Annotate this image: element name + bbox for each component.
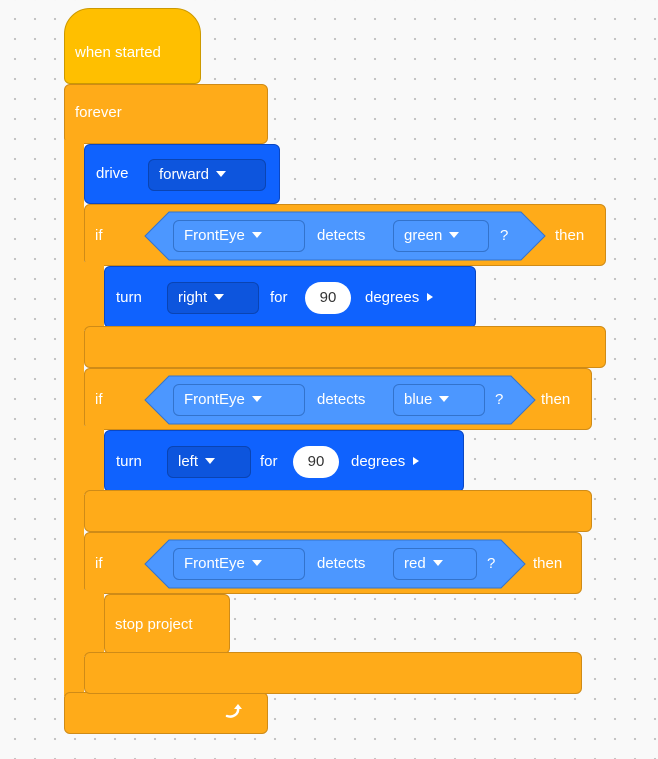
forever-arm [64,140,84,696]
if-red-color-dropdown[interactable]: red [393,548,477,580]
if-red-footer [84,652,582,694]
if-green-sensor-value: FrontEye [184,227,245,244]
turn-left-degrees-input[interactable]: 90 [293,446,339,478]
if-red-then-label: then [533,555,563,572]
if-red-sensor-dropdown[interactable]: FrontEye [173,548,305,580]
turn-right-degrees-input[interactable]: 90 [305,282,351,314]
stop-project-block[interactable]: stop project [104,594,230,654]
if-red-detects-label: detects [317,555,366,572]
chevron-down-icon [251,560,262,567]
if-green-then-label: then [555,227,585,244]
loop-arrow-icon [223,702,245,727]
turn-left-direction-value: left [178,453,199,470]
play-icon [427,293,434,302]
drive-label: drive [96,165,129,182]
drive-direction-dropdown[interactable]: forward [148,159,266,191]
forever-footer[interactable] [64,692,268,734]
if-blue-color-dropdown[interactable]: blue [393,384,485,416]
chevron-down-icon [216,171,227,178]
chevron-down-icon [205,458,216,465]
if-green-color-dropdown[interactable]: green [393,220,489,252]
if-blue-qmark: ? [495,391,504,408]
turn-left-degrees-text: degrees [351,453,406,470]
turn-right-degrees-label: degrees [365,289,434,307]
turn-left-label: turn [116,453,142,470]
turn-right-block[interactable]: turn right for 90 degrees [104,266,476,328]
if-green-detects-label: detects [317,227,366,244]
if-red-qmark: ? [487,555,496,572]
if-blue-sensor-value: FrontEye [184,391,245,408]
chevron-down-icon [449,232,460,239]
play-icon [413,457,420,466]
if-green-if-label: if [95,227,103,244]
turn-left-degrees-label: degrees [351,453,420,471]
chevron-down-icon [432,560,443,567]
forever-label: forever [75,104,122,121]
chevron-down-icon [251,396,262,403]
if-green-arm [84,262,104,330]
if-red-color-value: red [404,555,426,572]
if-blue-detects-label: detects [317,391,366,408]
when-started-block[interactable]: when started [64,8,201,84]
drive-direction-value: forward [159,166,210,183]
turn-right-direction-dropdown[interactable]: right [167,282,259,314]
forever-block[interactable]: forever [64,84,268,144]
chevron-down-icon [214,294,225,301]
if-green-sensor-dropdown[interactable]: FrontEye [173,220,305,252]
if-green-block[interactable]: if FrontEye detects green ? then [84,204,606,266]
turn-right-degrees-text: degrees [365,289,420,306]
chevron-down-icon [439,396,450,403]
stop-project-label: stop project [115,616,193,633]
if-blue-footer [84,490,592,532]
if-green-footer [84,326,606,368]
turn-right-for-label: for [270,289,288,306]
drive-block[interactable]: drive forward [84,144,280,204]
turn-right-label: turn [116,289,142,306]
if-blue-color-value: blue [404,391,433,408]
turn-left-for-label: for [260,453,278,470]
if-red-sensor-value: FrontEye [184,555,245,572]
when-started-label: when started [75,44,161,61]
if-red-block[interactable]: if FrontEye detects red ? then [84,532,582,594]
if-blue-if-label: if [95,391,103,408]
if-blue-arm [84,426,104,494]
turn-right-direction-value: right [178,289,208,306]
if-red-arm [84,590,104,656]
turn-left-block[interactable]: turn left for 90 degrees [104,430,464,492]
if-blue-then-label: then [541,391,571,408]
if-red-if-label: if [95,555,103,572]
if-green-color-value: green [404,227,443,244]
if-blue-block[interactable]: if FrontEye detects blue ? then [84,368,592,430]
if-blue-sensor-dropdown[interactable]: FrontEye [173,384,305,416]
turn-left-direction-dropdown[interactable]: left [167,446,251,478]
chevron-down-icon [251,232,262,239]
if-green-qmark: ? [500,227,509,244]
